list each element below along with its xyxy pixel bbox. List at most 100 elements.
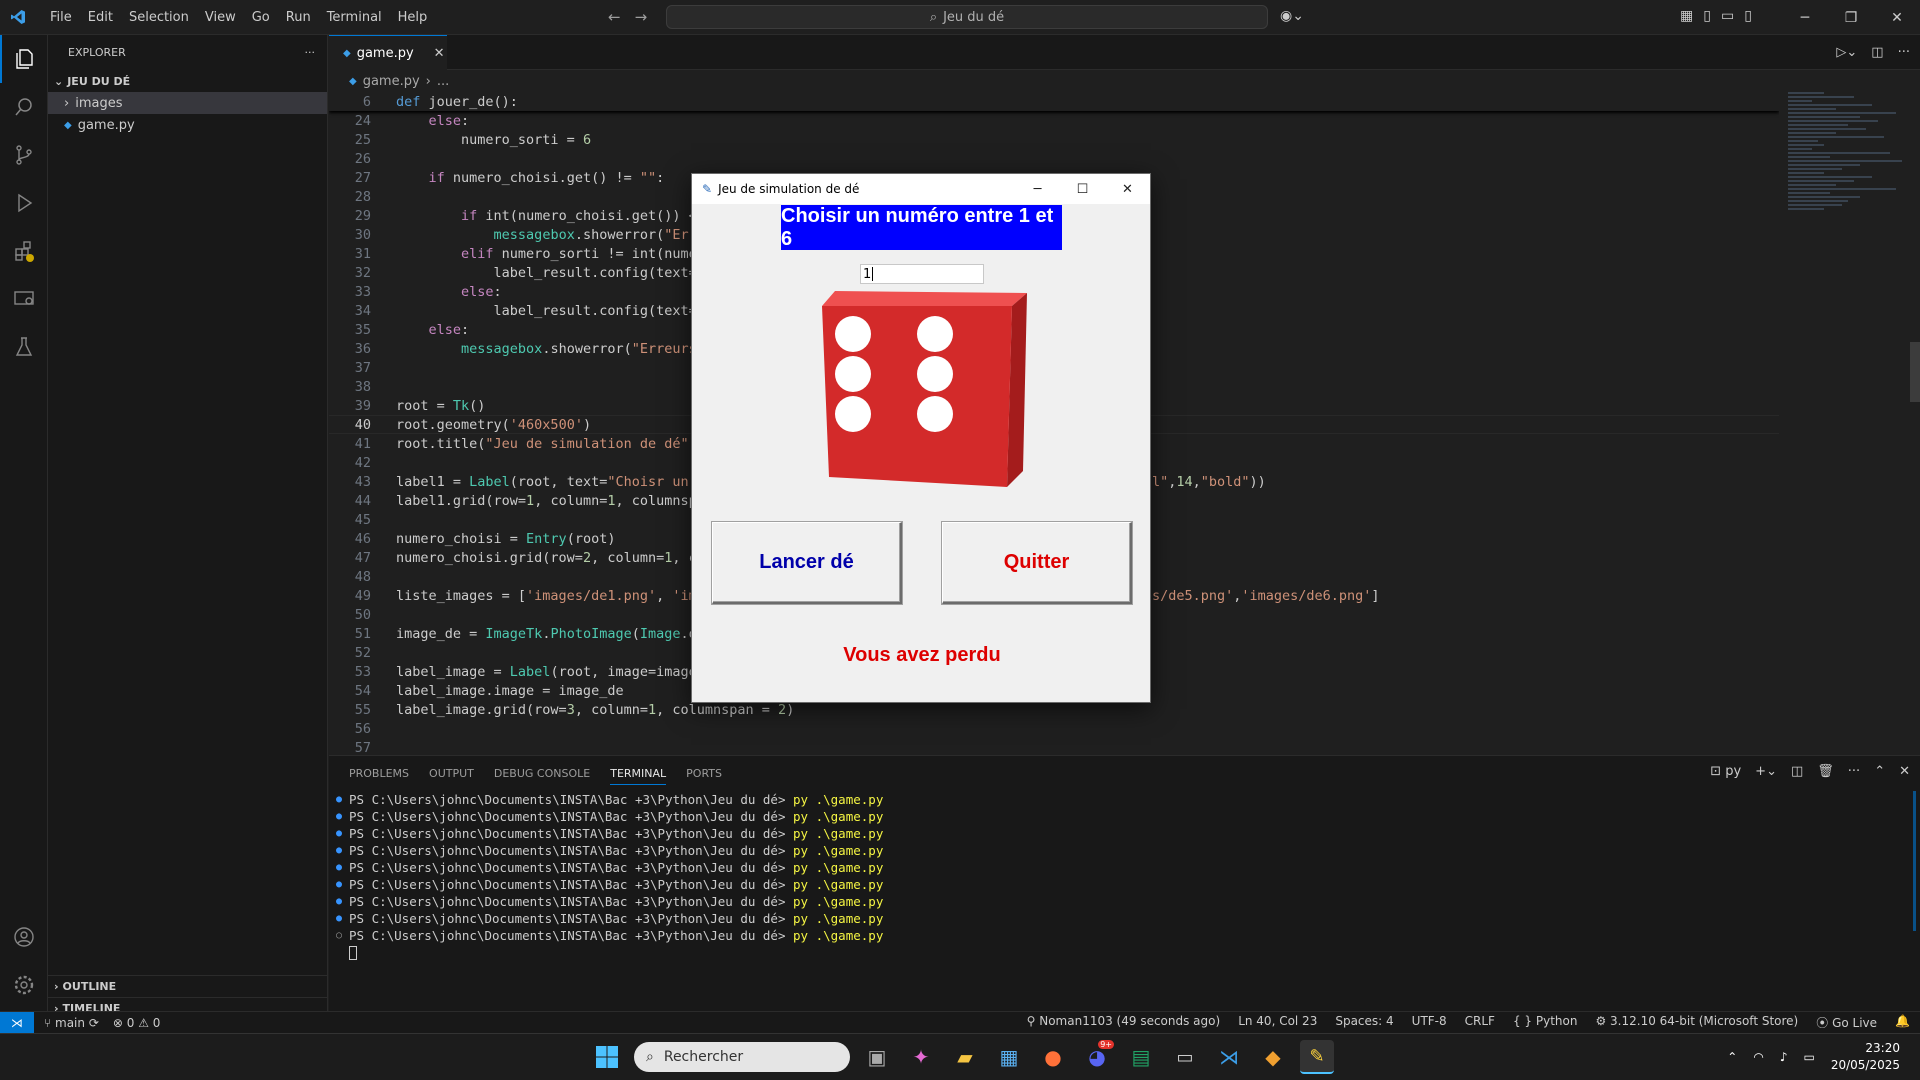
command-decoration-icon[interactable]: ○ bbox=[329, 930, 349, 941]
tab-output[interactable]: OUTPUT bbox=[429, 767, 474, 780]
tk-close-icon[interactable]: ✕ bbox=[1105, 174, 1150, 204]
copilot-app-icon[interactable]: ✦ bbox=[904, 1040, 938, 1074]
language-mode[interactable]: { } Python bbox=[1513, 1014, 1578, 1031]
discord-icon[interactable]: ◕ 9+ bbox=[1080, 1040, 1114, 1074]
scrollbar-thumb[interactable] bbox=[1910, 342, 1920, 402]
command-center-search[interactable]: ⌕ Jeu du dé bbox=[666, 5, 1268, 29]
vscode-app-icon[interactable]: ⋊ bbox=[1212, 1040, 1246, 1074]
command-decoration-icon[interactable]: ● bbox=[329, 845, 349, 856]
encoding[interactable]: UTF-8 bbox=[1412, 1014, 1447, 1031]
menu-run[interactable]: Run bbox=[278, 10, 319, 25]
end-of-line[interactable]: CRLF bbox=[1465, 1014, 1495, 1031]
command-decoration-icon[interactable]: ● bbox=[329, 896, 349, 907]
toggle-sidebar-icon[interactable]: ▯ bbox=[1703, 8, 1711, 24]
code-line[interactable]: 56 bbox=[329, 719, 1779, 738]
indentation[interactable]: Spaces: 4 bbox=[1335, 1014, 1393, 1031]
new-terminal-icon[interactable]: +⌄ bbox=[1755, 764, 1777, 779]
breadcrumb-file[interactable]: game.py bbox=[363, 74, 420, 89]
python-interpreter[interactable]: ⚙ 3.12.10 64-bit (Microsoft Store) bbox=[1595, 1014, 1798, 1031]
terminal-app-icon[interactable]: ▭ bbox=[1168, 1040, 1202, 1074]
terminal-cursor-line[interactable] bbox=[329, 944, 883, 961]
go-live-button[interactable]: ⦿ Go Live bbox=[1816, 1014, 1877, 1031]
git-blame-status[interactable]: ⚲ Noman1103 (49 seconds ago) bbox=[1027, 1014, 1221, 1031]
git-app-icon[interactable]: ◆ bbox=[1256, 1040, 1290, 1074]
kill-terminal-icon[interactable]: 🗑 bbox=[1817, 764, 1834, 779]
menu-help[interactable]: Help bbox=[390, 10, 436, 25]
menu-go[interactable]: Go bbox=[244, 10, 278, 25]
close-panel-icon[interactable]: ✕ bbox=[1899, 764, 1910, 779]
cursor-position[interactable]: Ln 40, Col 23 bbox=[1238, 1014, 1317, 1031]
explorer-icon[interactable] bbox=[0, 35, 48, 83]
code-line[interactable]: 26 bbox=[329, 149, 1779, 168]
firefox-icon[interactable]: ● bbox=[1036, 1040, 1070, 1074]
windows-start-icon[interactable] bbox=[590, 1040, 624, 1074]
more-actions-icon[interactable]: ··· bbox=[305, 46, 316, 59]
run-debug-icon[interactable] bbox=[0, 179, 48, 227]
minimize-icon[interactable]: ─ bbox=[1782, 0, 1828, 35]
toggle-panel-icon[interactable]: ▭ bbox=[1721, 8, 1734, 24]
tk-roll-button[interactable]: Lancer dé bbox=[712, 522, 902, 604]
tab-ports[interactable]: PORTS bbox=[686, 767, 722, 780]
menu-file[interactable]: File bbox=[42, 10, 80, 25]
command-decoration-icon[interactable]: ● bbox=[329, 794, 349, 805]
tk-number-entry[interactable]: 1 bbox=[860, 264, 984, 284]
command-decoration-icon[interactable]: ● bbox=[329, 879, 349, 890]
split-editor-icon[interactable]: ◫ bbox=[1871, 45, 1883, 60]
manage-gear-icon[interactable] bbox=[0, 961, 48, 1009]
tree-item-images[interactable]: › images bbox=[48, 92, 327, 114]
excel-icon[interactable]: ▤ bbox=[1124, 1040, 1158, 1074]
tk-minimize-icon[interactable]: ─ bbox=[1015, 174, 1060, 204]
terminal-scrollbar[interactable] bbox=[1913, 791, 1916, 931]
command-decoration-icon[interactable]: ● bbox=[329, 913, 349, 924]
tk-maximize-icon[interactable]: ☐ bbox=[1060, 174, 1105, 204]
toggle-secondary-sidebar-icon[interactable]: ▯ bbox=[1744, 8, 1752, 24]
menu-terminal[interactable]: Terminal bbox=[319, 10, 390, 25]
code-line[interactable]: 6 def jouer_de(): bbox=[329, 92, 1779, 111]
tree-item-game-py[interactable]: ◆ game.py bbox=[48, 114, 327, 136]
outline-section[interactable]: › OUTLINE bbox=[48, 975, 328, 997]
source-control-icon[interactable] bbox=[0, 131, 48, 179]
remote-explorer-icon[interactable] bbox=[0, 275, 48, 323]
file-explorer-icon[interactable]: ▰ bbox=[948, 1040, 982, 1074]
wifi-icon[interactable]: ◠ bbox=[1753, 1050, 1763, 1064]
close-icon[interactable]: ✕ bbox=[1874, 0, 1920, 35]
task-view-icon[interactable]: ▣ bbox=[860, 1040, 894, 1074]
command-decoration-icon[interactable]: ● bbox=[329, 811, 349, 822]
remote-indicator-icon[interactable]: ⋊ bbox=[0, 1011, 34, 1034]
battery-icon[interactable]: ▭ bbox=[1803, 1050, 1814, 1064]
restore-icon[interactable]: ❐ bbox=[1828, 0, 1874, 35]
menu-view[interactable]: View bbox=[197, 10, 244, 25]
tab-problems[interactable]: PROBLEMS bbox=[349, 767, 409, 780]
split-terminal-icon[interactable]: ◫ bbox=[1791, 764, 1803, 779]
search-view-icon[interactable] bbox=[0, 83, 48, 131]
editor-scrollbar[interactable] bbox=[1910, 92, 1920, 752]
tk-quit-button[interactable]: Quitter bbox=[942, 522, 1132, 604]
microsoft-store-icon[interactable]: ▦ bbox=[992, 1040, 1026, 1074]
terminal-shell-icon[interactable]: ⊡ py bbox=[1710, 764, 1741, 779]
command-decoration-icon[interactable]: ● bbox=[329, 828, 349, 839]
python-app-icon[interactable]: ✎ bbox=[1300, 1040, 1334, 1074]
volume-icon[interactable]: ♪ bbox=[1780, 1050, 1788, 1064]
taskbar-search[interactable]: ⌕ Rechercher bbox=[634, 1042, 850, 1072]
menu-selection[interactable]: Selection bbox=[121, 10, 197, 25]
tab-terminal[interactable]: TERMINAL bbox=[610, 767, 667, 785]
breadcrumb-rest[interactable]: ... bbox=[437, 74, 449, 89]
forward-arrow-icon[interactable]: → bbox=[635, 8, 648, 26]
command-decoration-icon[interactable]: ● bbox=[329, 862, 349, 873]
branch-status[interactable]: ⑂ main ⟳ bbox=[44, 1016, 99, 1030]
workspace-folder[interactable]: ⌄ JEU DU DÉ bbox=[48, 70, 327, 92]
account-icon[interactable] bbox=[0, 913, 48, 961]
more-actions-icon[interactable]: ··· bbox=[1898, 45, 1910, 60]
tray-chevron-up-icon[interactable]: ⌃ bbox=[1727, 1050, 1737, 1064]
customize-layout-icon[interactable]: ▦ bbox=[1680, 8, 1693, 24]
notifications-bell-icon[interactable]: 🔔 bbox=[1895, 1014, 1910, 1031]
tab-game-py[interactable]: ◆ game.py ✕ bbox=[329, 35, 447, 70]
extensions-icon[interactable] bbox=[0, 227, 48, 275]
minimap[interactable] bbox=[1788, 92, 1908, 252]
code-line[interactable]: 24 else: bbox=[329, 111, 1779, 130]
run-file-icon[interactable]: ▷⌄ bbox=[1836, 45, 1857, 60]
code-line[interactable]: 25 numero_sorti = 6 bbox=[329, 130, 1779, 149]
tk-title-bar[interactable]: ✎ Jeu de simulation de dé ─ ☐ ✕ bbox=[692, 174, 1150, 204]
maximize-panel-icon[interactable]: ⌃ bbox=[1874, 764, 1885, 779]
close-tab-icon[interactable]: ✕ bbox=[434, 46, 445, 61]
